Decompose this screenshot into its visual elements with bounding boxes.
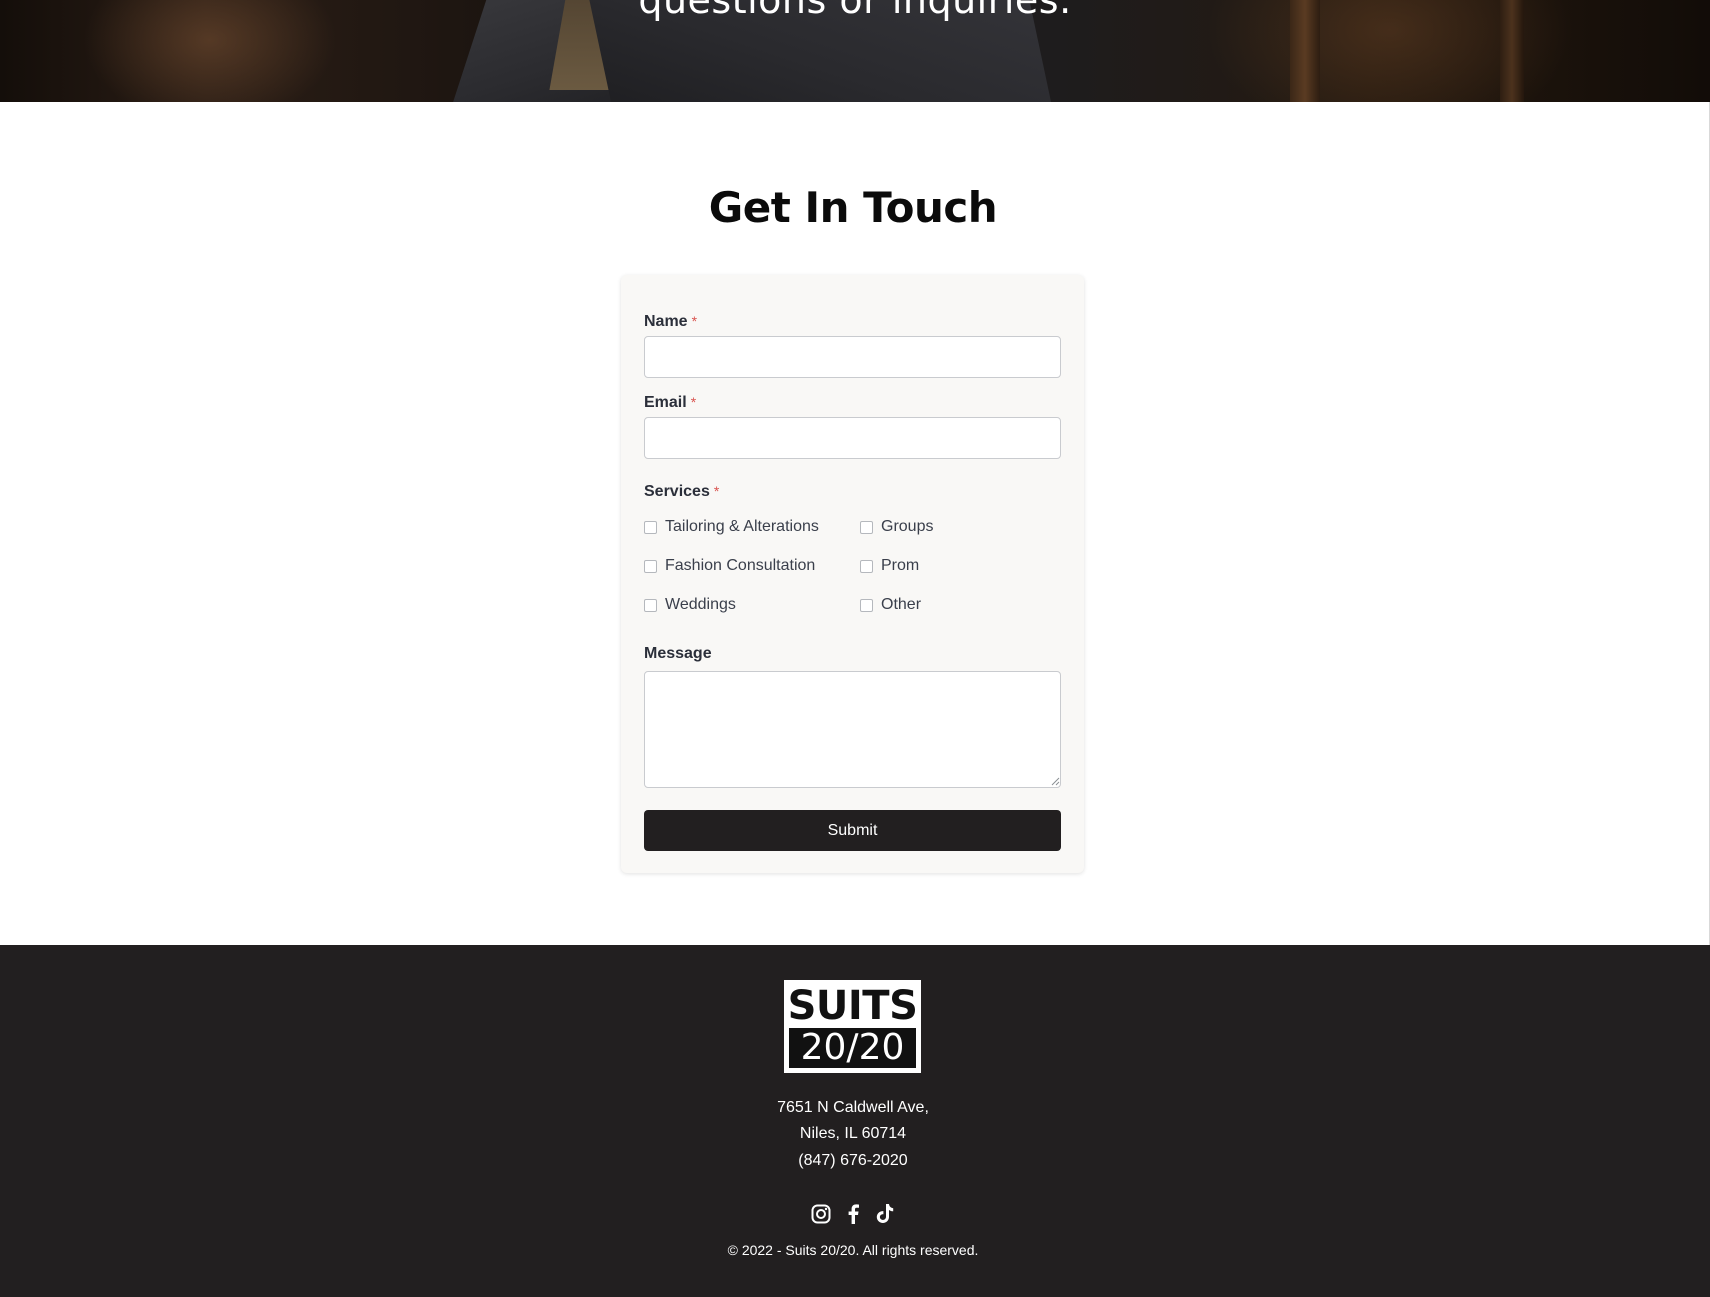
service-option-prom[interactable]: Prom bbox=[860, 557, 919, 575]
submit-button[interactable]: Submit bbox=[644, 810, 1061, 851]
logo-text-top: SUITS bbox=[787, 983, 918, 1029]
facebook-icon[interactable] bbox=[842, 1203, 864, 1225]
service-option-fashion-consultation[interactable]: Fashion Consultation bbox=[644, 557, 815, 575]
service-option-tailoring[interactable]: Tailoring & Alterations bbox=[644, 518, 819, 536]
name-label: Name * bbox=[644, 313, 698, 330]
email-input[interactable] bbox=[644, 417, 1061, 459]
required-marker: * bbox=[691, 313, 698, 329]
required-marker: * bbox=[690, 394, 697, 410]
address-line-2: Niles, IL 60714 bbox=[799, 1125, 907, 1142]
checkbox[interactable] bbox=[860, 520, 873, 534]
service-option-groups[interactable]: Groups bbox=[860, 518, 933, 536]
address-line-1: 7651 N Caldwell Ave, bbox=[777, 1099, 929, 1116]
checkbox[interactable] bbox=[860, 598, 873, 612]
hero-banner: questions or inquiries. bbox=[0, 0, 1710, 102]
service-option-other[interactable]: Other bbox=[860, 596, 921, 614]
name-input[interactable] bbox=[644, 336, 1061, 378]
resize-handle-icon[interactable] bbox=[1051, 777, 1060, 786]
page-title: Get In Touch bbox=[708, 183, 998, 232]
instagram-icon[interactable] bbox=[810, 1203, 832, 1225]
social-links bbox=[810, 1202, 896, 1226]
checkbox[interactable] bbox=[860, 559, 873, 573]
page: questions or inquiries. Get In Touch Nam… bbox=[0, 0, 1710, 1297]
logo-text-bottom: 20/20 bbox=[789, 1028, 916, 1068]
footer-logo[interactable]: SUITS 20/20 bbox=[784, 980, 921, 1073]
message-label: Message bbox=[644, 645, 712, 662]
phone-number[interactable]: (847) 676-2020 bbox=[0, 1152, 1706, 1170]
service-option-weddings[interactable]: Weddings bbox=[644, 596, 736, 614]
checkbox[interactable] bbox=[644, 520, 657, 534]
checkbox[interactable] bbox=[644, 598, 657, 612]
footer: SUITS 20/20 7651 N Caldwell Ave, Niles, … bbox=[0, 945, 1710, 1297]
tiktok-icon[interactable] bbox=[874, 1203, 896, 1225]
services-label: Services * bbox=[644, 483, 720, 500]
message-textarea[interactable] bbox=[644, 671, 1061, 788]
copyright: © 2022 - Suits 20/20. All rights reserve… bbox=[727, 1242, 979, 1258]
hero-text: questions or inquiries. bbox=[638, 0, 1072, 22]
contact-form: Name * Email * Services * Tailoring & Alter… bbox=[621, 275, 1084, 873]
required-marker: * bbox=[713, 483, 720, 499]
email-label: Email * bbox=[644, 394, 697, 411]
checkbox[interactable] bbox=[644, 559, 657, 573]
